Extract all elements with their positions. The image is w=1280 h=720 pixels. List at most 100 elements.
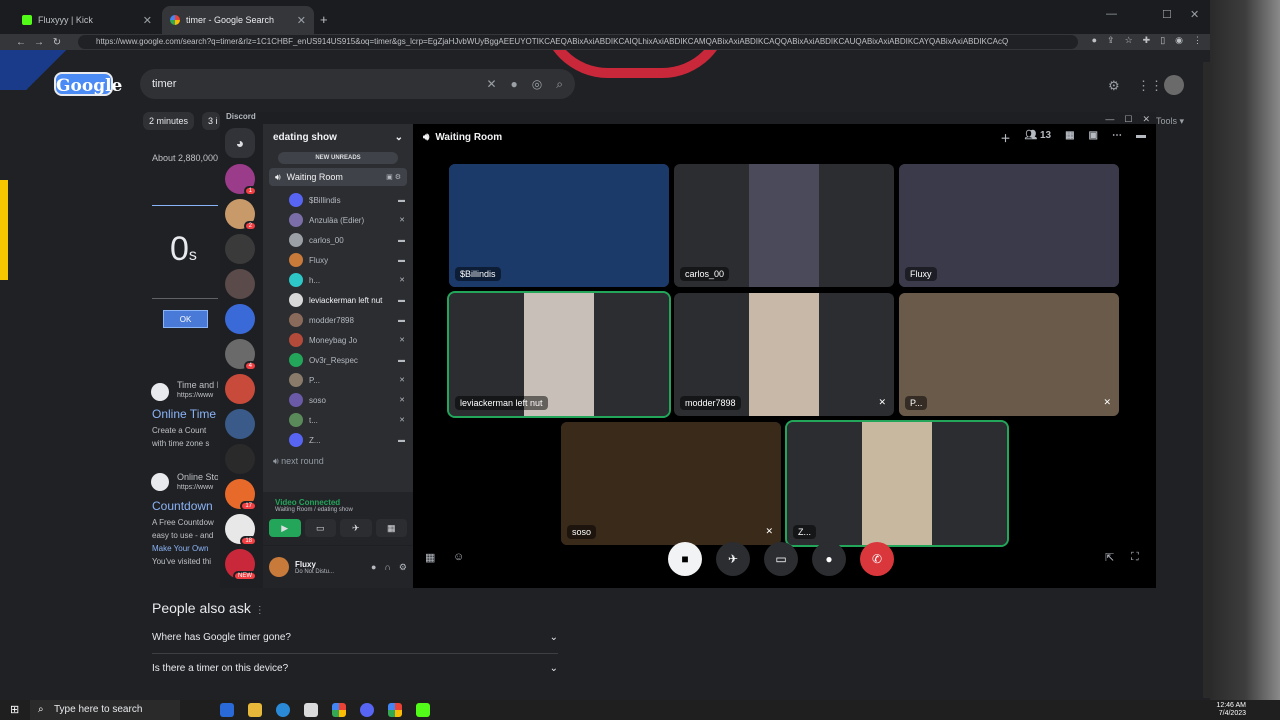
screen-share-button[interactable]: ▭	[304, 519, 336, 537]
popout-icon[interactable]: ▣	[1089, 130, 1098, 145]
participants-icon[interactable]: 👥︎ 13	[1024, 130, 1051, 145]
avatar[interactable]	[269, 557, 289, 577]
voice-channel-waiting-room[interactable]: 🔊︎ Waiting Room ▣ ⚙	[269, 168, 407, 186]
server-icon[interactable]: 17	[225, 479, 257, 511]
voice-member[interactable]: modder7898 ▬	[263, 310, 413, 330]
voice-member[interactable]: Fluxy ▬	[263, 250, 413, 270]
video-toggle-button[interactable]: ▶	[269, 519, 301, 537]
mic-icon[interactable]: ●	[371, 562, 376, 573]
video-tile[interactable]: carlos_00	[674, 164, 894, 287]
voice-member[interactable]: Moneybag Jo ✕	[263, 330, 413, 350]
new-unreads-pill[interactable]: NEW UNREADS	[278, 152, 398, 164]
voice-channel-next-round[interactable]: 🔊︎ next round	[263, 456, 413, 467]
forward-icon[interactable]: →	[30, 37, 48, 48]
screen-share-button[interactable]: ▭	[764, 542, 798, 576]
camera-button[interactable]: ■	[668, 542, 702, 576]
share-icon[interactable]: ⇪	[1107, 35, 1115, 46]
voice-member[interactable]: t... ✕	[263, 410, 413, 430]
search-input[interactable]: timer ✕ ● ◎ ⌕	[140, 69, 575, 99]
video-tile[interactable]: Fluxy	[899, 164, 1119, 287]
voice-member[interactable]: h... ✕	[263, 270, 413, 290]
headphones-icon[interactable]: ∩	[384, 562, 390, 573]
edge-icon[interactable]	[276, 703, 290, 717]
voice-member[interactable]: carlos_00 ▬	[263, 230, 413, 250]
result2-desc[interactable]: Make Your Own	[152, 544, 218, 553]
video-tile[interactable]: soso ✕	[561, 422, 781, 545]
voice-member[interactable]: leviackerman left nut ▬	[263, 290, 413, 310]
voice-member[interactable]: P... ✕	[263, 370, 413, 390]
search-icon[interactable]: ⌕	[556, 69, 563, 99]
google-logo[interactable]: Google	[54, 72, 122, 96]
page-scrollbar[interactable]	[1203, 62, 1210, 698]
settings-gear-icon[interactable]: ⚙	[1108, 78, 1120, 94]
server-icon[interactable]: 18	[225, 514, 257, 546]
close-tab-icon[interactable]: ✕	[143, 14, 152, 27]
activity-button[interactable]: ✈	[340, 519, 372, 537]
tab-kick[interactable]: Fluxyyy | Kick ✕	[14, 6, 160, 34]
soundboard-button[interactable]: ▦	[375, 519, 407, 537]
chrome-icon[interactable]	[388, 703, 402, 717]
server-icon[interactable]	[225, 304, 255, 334]
taskbar-search[interactable]: ⌕ Type here to search	[30, 700, 180, 720]
chip-3[interactable]: 3 i	[202, 112, 220, 130]
result1-link[interactable]: Online Time	[152, 407, 218, 421]
tab-google[interactable]: timer - Google Search ✕	[162, 6, 314, 34]
add-user-icon[interactable]: ＋	[1000, 130, 1010, 145]
chip-2-minutes[interactable]: 2 minutes	[143, 112, 195, 130]
lens-icon[interactable]: ◎	[532, 69, 542, 99]
maximize-icon[interactable]: ☐	[1162, 8, 1172, 21]
kick-icon[interactable]	[416, 703, 430, 717]
mic-button[interactable]: ●	[812, 542, 846, 576]
store-icon[interactable]	[304, 703, 318, 717]
disconnect-button[interactable]: ✆	[860, 542, 894, 576]
gear-icon[interactable]: ⚙	[399, 562, 407, 573]
more-icon[interactable]: ⋯	[1112, 130, 1122, 145]
channel-chat-icon[interactable]: ▣ ⚙	[386, 173, 401, 181]
activity-button[interactable]: ✈	[716, 542, 750, 576]
file-explorer-icon[interactable]	[248, 703, 262, 717]
clear-icon[interactable]: ✕	[486, 69, 496, 99]
server-icon[interactable]	[225, 269, 255, 299]
voice-member[interactable]: Ov3r_Respec ▬	[263, 350, 413, 370]
discord-icon[interactable]	[360, 703, 374, 717]
server-icon[interactable]	[225, 234, 255, 264]
location-icon[interactable]: ●	[1092, 35, 1097, 46]
profile-icon[interactable]: ◉	[1175, 35, 1183, 46]
extensions-icon[interactable]: ✚	[1143, 35, 1151, 46]
menu-dots-icon[interactable]: ⋮	[1193, 35, 1202, 46]
reload-icon[interactable]: ↻	[48, 37, 66, 48]
side-panel-icon[interactable]: ▯	[1160, 35, 1165, 46]
mic-icon[interactable]: ●	[511, 69, 518, 99]
account-avatar[interactable]	[1164, 75, 1184, 95]
chat-icon[interactable]: ▬	[1136, 130, 1146, 145]
video-tile[interactable]: leviackerman left nut	[447, 291, 671, 418]
video-tile[interactable]: $Billindis	[449, 164, 669, 287]
back-icon[interactable]: ←	[12, 37, 30, 48]
close-window-icon[interactable]: ✕	[1190, 8, 1199, 21]
ok-button[interactable]: OK	[163, 310, 208, 328]
close-tab-icon[interactable]: ✕	[297, 14, 306, 27]
voice-status[interactable]: Video Connected	[263, 492, 413, 507]
tools-button[interactable]: Tools ▾	[1156, 116, 1184, 127]
fullscreen-icon[interactable]: ⛶	[1131, 551, 1139, 564]
voice-member[interactable]: $Billindis ▬	[263, 190, 413, 210]
new-tab-icon[interactable]: +	[320, 12, 328, 27]
server-icon[interactable]	[225, 374, 255, 404]
discord-home-icon[interactable]: ◕	[225, 128, 255, 158]
more-options-icon[interactable]: ⋮	[255, 605, 265, 616]
server-icon[interactable]: 1	[225, 164, 257, 196]
voice-member[interactable]: Anzuläa (Edier) ✕	[263, 210, 413, 230]
bookmark-star-icon[interactable]: ☆	[1125, 35, 1133, 46]
server-icon[interactable]: 4	[225, 339, 257, 371]
emoji-icon[interactable]: ☺	[453, 551, 464, 563]
result2-link[interactable]: Countdown	[152, 499, 218, 513]
mail-icon[interactable]	[220, 703, 234, 717]
paa-question[interactable]: Where has Google timer gone? ⌄	[152, 632, 558, 643]
system-clock[interactable]: 12:46 AM 7/4/2023	[1216, 702, 1246, 718]
apps-grid-icon[interactable]: ⋮⋮	[1137, 78, 1163, 94]
voice-member[interactable]: Z... ▬	[263, 430, 413, 450]
paa-question[interactable]: Is there a timer on this device? ⌄	[152, 663, 558, 674]
server-icon[interactable]	[225, 444, 255, 474]
windows-start-icon[interactable]: ⊞	[10, 703, 19, 716]
soundboard-icon[interactable]: ▦	[425, 551, 435, 564]
